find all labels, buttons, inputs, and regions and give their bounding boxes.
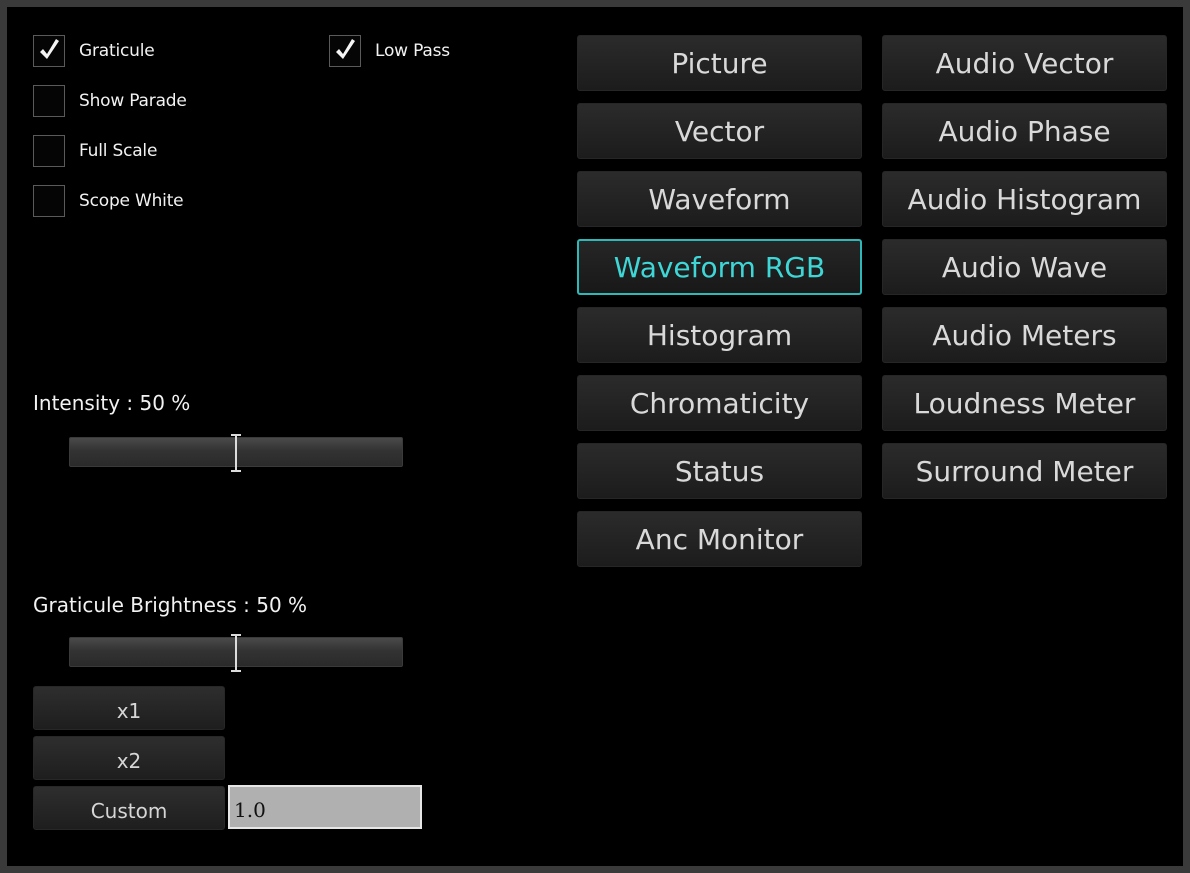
full-scale-checkbox-row[interactable]: Full Scale bbox=[33, 134, 157, 168]
show-parade-label: Show Parade bbox=[79, 91, 187, 111]
show-parade-checkbox[interactable] bbox=[33, 85, 65, 117]
checkmark-icon bbox=[336, 39, 355, 59]
audio-wave-button[interactable]: Audio Wave bbox=[882, 239, 1167, 295]
low-pass-label: Low Pass bbox=[375, 41, 450, 61]
surround-meter-button[interactable]: Surround Meter bbox=[882, 443, 1167, 499]
vector-button[interactable]: Vector bbox=[577, 103, 862, 159]
histogram-button[interactable]: Histogram bbox=[577, 307, 862, 363]
intensity-slider-handle[interactable] bbox=[230, 434, 242, 472]
picture-button[interactable]: Picture bbox=[577, 35, 862, 91]
audio-phase-button[interactable]: Audio Phase bbox=[882, 103, 1167, 159]
audio-meters-button[interactable]: Audio Meters bbox=[882, 307, 1167, 363]
chromaticity-button[interactable]: Chromaticity bbox=[577, 375, 862, 431]
waveform-rgb-button[interactable]: Waveform RGB bbox=[577, 239, 862, 295]
scale-x2-button[interactable]: x2 bbox=[33, 736, 225, 780]
loudness-meter-button[interactable]: Loudness Meter bbox=[882, 375, 1167, 431]
intensity-slider[interactable] bbox=[69, 434, 403, 472]
audio-histogram-button[interactable]: Audio Histogram bbox=[882, 171, 1167, 227]
anc-monitor-button[interactable]: Anc Monitor bbox=[577, 511, 862, 567]
full-scale-checkbox[interactable] bbox=[33, 135, 65, 167]
scale-custom-button[interactable]: Custom bbox=[33, 786, 225, 830]
waveform-button[interactable]: Waveform bbox=[577, 171, 862, 227]
checkmark-icon bbox=[40, 39, 59, 59]
graticule-label: Graticule bbox=[79, 41, 155, 61]
full-scale-label: Full Scale bbox=[79, 141, 158, 161]
low-pass-checkbox[interactable] bbox=[329, 35, 361, 67]
scope-white-checkbox-row[interactable]: Scope White bbox=[33, 184, 184, 218]
audio-vector-button[interactable]: Audio Vector bbox=[882, 35, 1167, 91]
scale-x1-button[interactable]: x1 bbox=[33, 686, 225, 730]
scope-white-checkbox[interactable] bbox=[33, 185, 65, 217]
show-parade-checkbox-row[interactable]: Show Parade bbox=[33, 84, 187, 118]
graticule-brightness-slider[interactable] bbox=[69, 634, 403, 672]
graticule-checkbox[interactable] bbox=[33, 35, 65, 67]
custom-scale-input[interactable] bbox=[228, 785, 422, 829]
status-button[interactable]: Status bbox=[577, 443, 862, 499]
intensity-label: Intensity : 50 % bbox=[33, 391, 191, 415]
graticule-brightness-label: Graticule Brightness : 50 % bbox=[33, 593, 308, 617]
scope-white-label: Scope White bbox=[79, 191, 184, 211]
scope-settings-panel: Graticule Low Pass Show Parade Full Scal… bbox=[7, 7, 1183, 866]
low-pass-checkbox-row[interactable]: Low Pass bbox=[329, 34, 450, 68]
graticule-checkbox-row[interactable]: Graticule bbox=[33, 34, 155, 68]
graticule-brightness-slider-handle[interactable] bbox=[230, 634, 242, 672]
